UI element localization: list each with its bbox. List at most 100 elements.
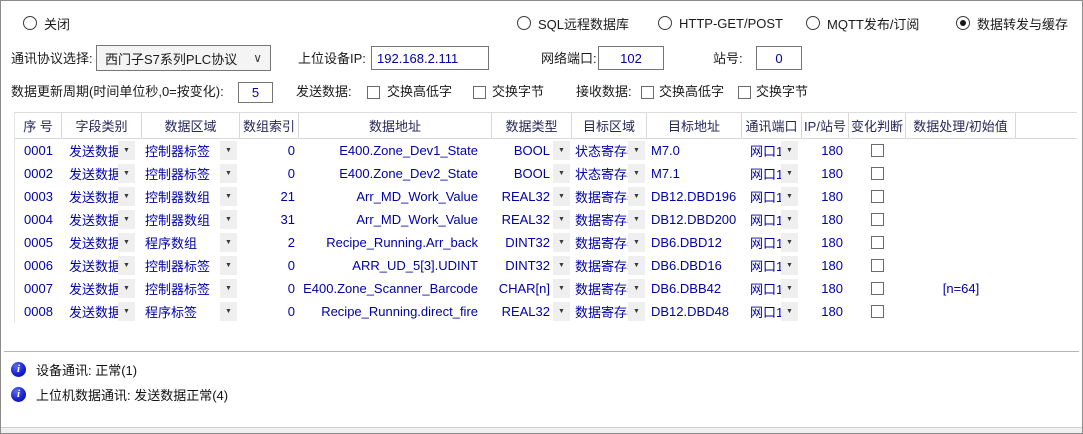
change-judge-checkbox[interactable] [871, 213, 884, 226]
field-type-value[interactable]: 发送数据 [62, 302, 121, 321]
dropdown-arrow-icon[interactable]: ▼ [553, 279, 570, 298]
dropdown-arrow-icon[interactable]: ▼ [220, 164, 237, 183]
dropdown-arrow-icon[interactable]: ▼ [781, 187, 798, 206]
radio-selected-icon[interactable] [956, 16, 970, 30]
data-area-value[interactable]: 控制器标签 [142, 279, 210, 298]
recv-swap-byte-checkbox[interactable] [738, 86, 751, 99]
dropdown-arrow-icon[interactable]: ▼ [628, 210, 645, 229]
dropdown-arrow-icon[interactable]: ▼ [628, 187, 645, 206]
radio-icon[interactable] [806, 16, 820, 30]
field-type-value[interactable]: 发送数据 [62, 164, 121, 183]
field-type-value[interactable]: 发送数据 [62, 233, 121, 252]
mode-radio-1[interactable]: SQL远程数据库 [517, 15, 629, 31]
dropdown-arrow-icon[interactable]: ▼ [118, 210, 135, 229]
data-type-value[interactable]: BOOL [514, 166, 550, 181]
dropdown-arrow-icon[interactable]: ▼ [553, 141, 570, 160]
dropdown-arrow-icon[interactable]: ▼ [220, 233, 237, 252]
data-type-value[interactable]: DINT32 [505, 235, 550, 250]
comm-port-value[interactable]: 网口1 [742, 279, 783, 298]
dropdown-arrow-icon[interactable]: ▼ [781, 141, 798, 160]
data-type-value[interactable]: REAL32 [502, 189, 550, 204]
dropdown-arrow-icon[interactable]: ▼ [220, 187, 237, 206]
radio-icon[interactable] [517, 16, 531, 30]
data-area-value[interactable]: 程序数组 [142, 233, 197, 252]
dropdown-arrow-icon[interactable]: ▼ [220, 302, 237, 321]
dropdown-arrow-icon[interactable]: ▼ [220, 210, 237, 229]
mode-radio-3[interactable]: MQTT发布/订阅 [806, 15, 919, 31]
field-type-value[interactable]: 发送数据 [62, 141, 121, 160]
field-type-value[interactable]: 发送数据 [62, 279, 121, 298]
dropdown-arrow-icon[interactable]: ▼ [781, 210, 798, 229]
dropdown-arrow-icon[interactable]: ▼ [781, 233, 798, 252]
dropdown-arrow-icon[interactable]: ▼ [781, 279, 798, 298]
dropdown-arrow-icon[interactable]: ▼ [118, 233, 135, 252]
data-area-value[interactable]: 控制器标签 [142, 141, 210, 160]
dropdown-arrow-icon[interactable]: ▼ [781, 256, 798, 275]
dropdown-arrow-icon[interactable]: ▼ [553, 233, 570, 252]
field-type-value[interactable]: 发送数据 [62, 256, 121, 275]
data-type-value[interactable]: REAL32 [502, 304, 550, 319]
dropdown-arrow-icon[interactable]: ▼ [220, 141, 237, 160]
dropdown-arrow-icon[interactable]: ▼ [628, 302, 645, 321]
change-judge-checkbox[interactable] [871, 305, 884, 318]
data-area-value[interactable]: 控制器标签 [142, 256, 210, 275]
station-input[interactable] [756, 46, 802, 70]
data-area-value[interactable]: 控制器数组 [142, 210, 210, 229]
data-type-value[interactable]: CHAR[n] [499, 281, 550, 296]
dropdown-arrow-icon[interactable]: ▼ [118, 279, 135, 298]
comm-port-value[interactable]: 网口1 [742, 302, 783, 321]
recv-swap-word-checkbox[interactable] [641, 86, 654, 99]
dropdown-arrow-icon[interactable]: ▼ [118, 164, 135, 183]
dropdown-arrow-icon[interactable]: ▼ [553, 187, 570, 206]
data-area-value[interactable]: 控制器数组 [142, 187, 210, 206]
dropdown-arrow-icon[interactable]: ▼ [553, 302, 570, 321]
device-ip-input[interactable] [371, 46, 489, 70]
data-area-value[interactable]: 程序标签 [142, 302, 197, 321]
field-type-value[interactable]: 发送数据 [62, 210, 121, 229]
change-judge-checkbox[interactable] [871, 282, 884, 295]
net-port-input[interactable] [598, 46, 664, 70]
comm-port-value[interactable]: 网口1 [742, 256, 783, 275]
send-swap-byte-checkbox[interactable] [473, 86, 486, 99]
data-type-value[interactable]: REAL32 [502, 212, 550, 227]
dropdown-arrow-icon[interactable]: ▼ [781, 302, 798, 321]
change-judge-checkbox[interactable] [871, 259, 884, 272]
comm-port-value[interactable]: 网口1 [742, 187, 783, 206]
change-judge-checkbox[interactable] [871, 144, 884, 157]
dropdown-arrow-icon[interactable]: ▼ [628, 233, 645, 252]
cell-data-address: E400.Zone_Dev2_State [299, 162, 492, 185]
change-judge-checkbox[interactable] [871, 190, 884, 203]
change-judge-checkbox[interactable] [871, 236, 884, 249]
dropdown-arrow-icon[interactable]: ▼ [628, 164, 645, 183]
protocol-combobox[interactable]: 西门子S7系列PLC协议 ∨ [96, 45, 271, 71]
dropdown-arrow-icon[interactable]: ▼ [628, 256, 645, 275]
dropdown-arrow-icon[interactable]: ▼ [118, 141, 135, 160]
data-type-value[interactable]: DINT32 [505, 258, 550, 273]
comm-port-value[interactable]: 网口1 [742, 233, 783, 252]
dropdown-arrow-icon[interactable]: ▼ [118, 302, 135, 321]
dropdown-arrow-icon[interactable]: ▼ [553, 164, 570, 183]
mode-radio-2[interactable]: HTTP-GET/POST [658, 15, 783, 31]
mode-radio-0[interactable]: 关闭 [23, 15, 70, 31]
data-area-value[interactable]: 控制器标签 [142, 164, 210, 183]
dropdown-arrow-icon[interactable]: ▼ [553, 210, 570, 229]
dropdown-arrow-icon[interactable]: ▼ [220, 256, 237, 275]
update-cycle-input[interactable] [238, 82, 273, 103]
dropdown-arrow-icon[interactable]: ▼ [220, 279, 237, 298]
comm-port-value[interactable]: 网口1 [742, 141, 783, 160]
dropdown-arrow-icon[interactable]: ▼ [553, 256, 570, 275]
radio-icon[interactable] [658, 16, 672, 30]
dropdown-arrow-icon[interactable]: ▼ [118, 256, 135, 275]
send-swap-word-checkbox[interactable] [367, 86, 380, 99]
comm-port-value[interactable]: 网口1 [742, 210, 783, 229]
dropdown-arrow-icon[interactable]: ▼ [628, 141, 645, 160]
dropdown-arrow-icon[interactable]: ▼ [628, 279, 645, 298]
data-type-value[interactable]: BOOL [514, 143, 550, 158]
field-type-value[interactable]: 发送数据 [62, 187, 121, 206]
mode-radio-4[interactable]: 数据转发与缓存 [956, 15, 1068, 31]
change-judge-checkbox[interactable] [871, 167, 884, 180]
dropdown-arrow-icon[interactable]: ▼ [781, 164, 798, 183]
radio-icon[interactable] [23, 16, 37, 30]
comm-port-value[interactable]: 网口1 [742, 164, 783, 183]
dropdown-arrow-icon[interactable]: ▼ [118, 187, 135, 206]
